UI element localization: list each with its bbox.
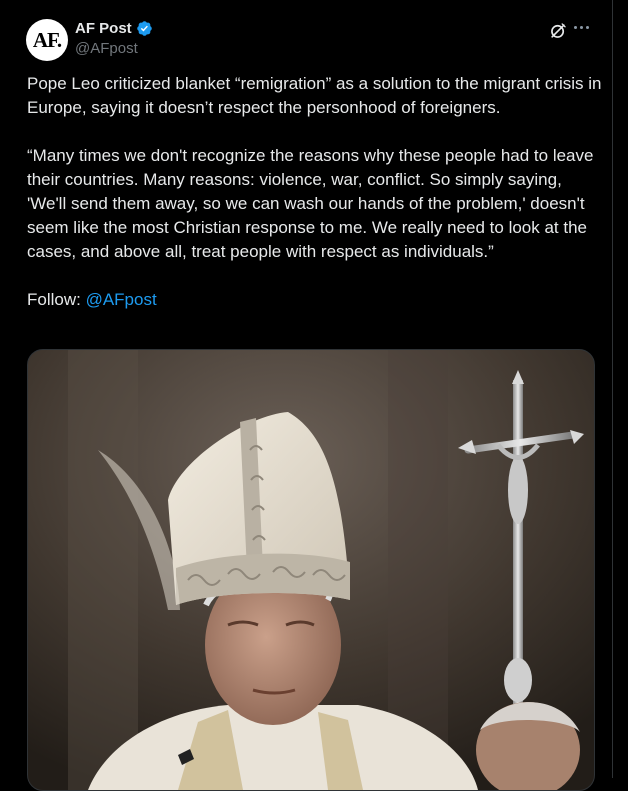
tweet-media-photo[interactable]	[27, 349, 595, 791]
avatar-logo-text: AF.	[32, 27, 62, 52]
author-name-row: AF Post	[75, 20, 153, 37]
more-options-icon[interactable]	[574, 26, 589, 29]
tweet-text: Pope Leo criticized blanket “remigration…	[27, 72, 602, 312]
author-handle[interactable]: @AFpost	[75, 40, 138, 57]
avatar[interactable]: AF.	[26, 19, 68, 61]
tweet-paragraph-quote: “Many times we don't recognize the reaso…	[27, 146, 594, 261]
pope-photo	[28, 350, 594, 790]
tweet-follow-line: Follow: @AFpost	[27, 288, 602, 312]
verified-badge-icon	[136, 21, 152, 36]
tweet-paragraph-1: Pope Leo criticized blanket “remigration…	[27, 74, 602, 117]
grok-icon[interactable]	[548, 21, 568, 41]
follow-label: Follow:	[27, 290, 86, 309]
scrollbar-track[interactable]	[613, 0, 628, 778]
follow-mention-link[interactable]: @AFpost	[86, 290, 157, 309]
tweet-card: AF. AF Post @AFpost Pope Leo criticized …	[0, 0, 613, 791]
display-name[interactable]: AF Post	[75, 20, 132, 37]
